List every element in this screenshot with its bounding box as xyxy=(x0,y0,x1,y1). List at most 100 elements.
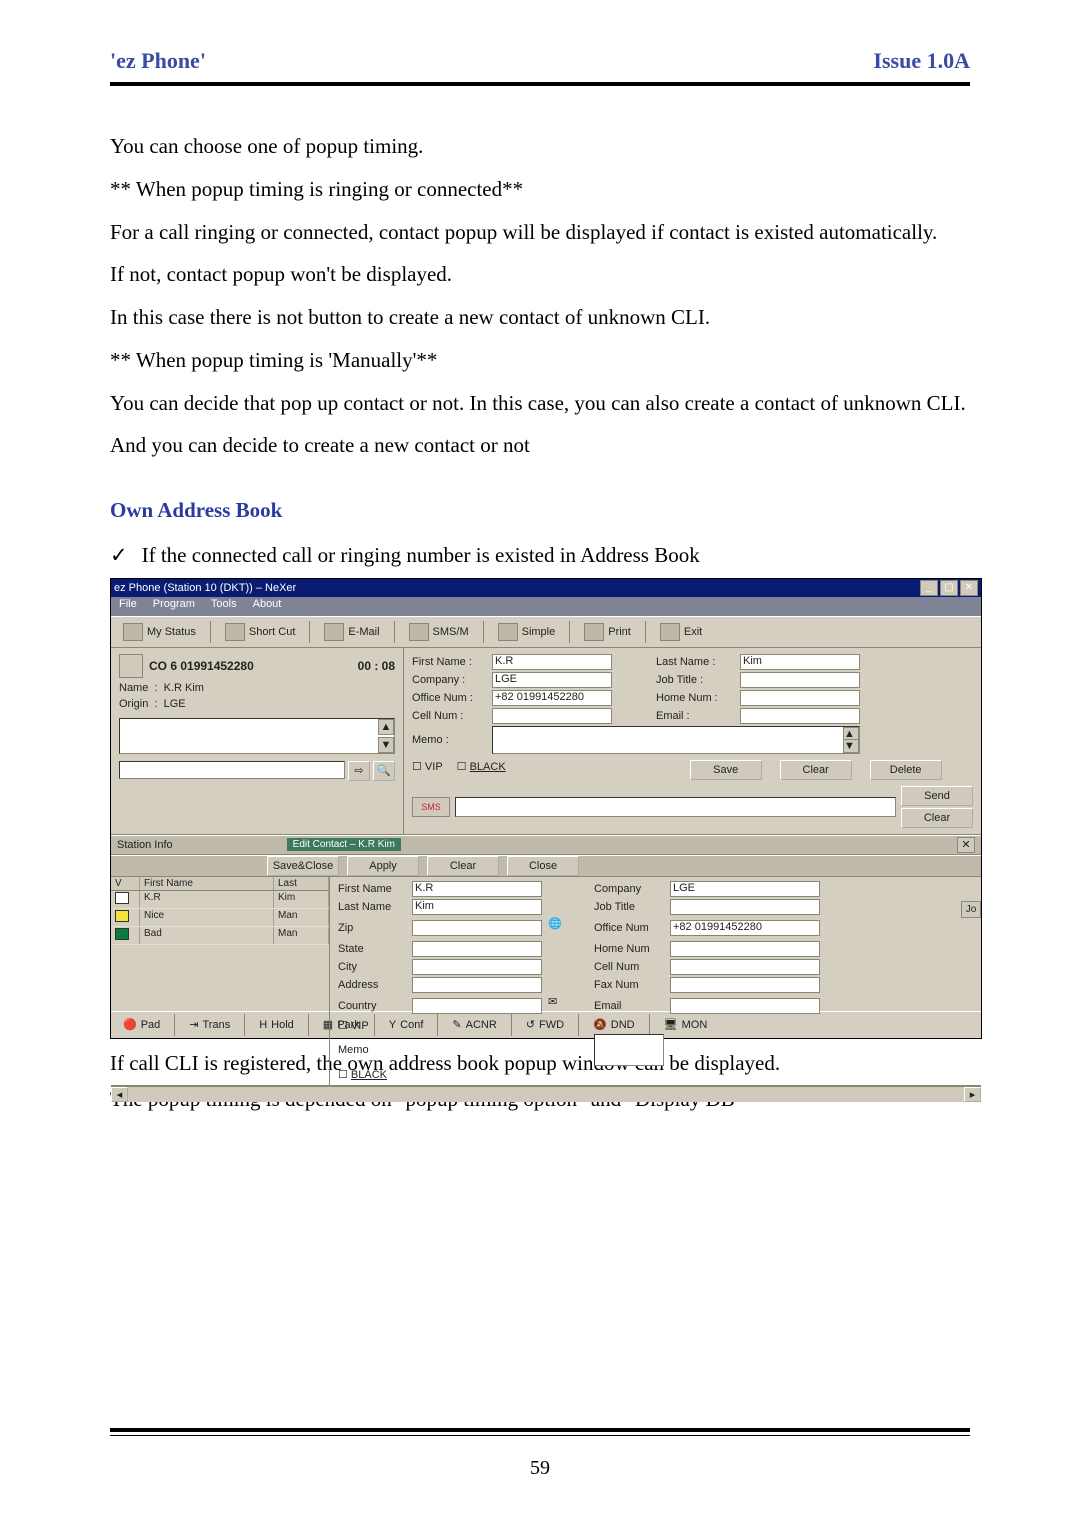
minimize-button[interactable]: _ xyxy=(920,580,938,596)
scroll-right-icon[interactable]: ▸ xyxy=(964,1087,981,1102)
col-first[interactable]: First Name xyxy=(140,877,274,890)
ln-v[interactable]: Kim xyxy=(740,654,860,670)
scroll-down-icon[interactable]: ▼ xyxy=(378,737,394,753)
menu-tools[interactable]: Tools xyxy=(211,598,237,615)
delete-button[interactable]: Delete xyxy=(870,760,942,780)
memo-down-icon[interactable]: ▼ xyxy=(843,739,859,753)
title-bar[interactable]: ez Phone (Station 10 (DKT)) – NeXer _ ▢ … xyxy=(111,579,981,597)
close-button[interactable]: ✕ xyxy=(960,580,978,596)
window-title: ez Phone (Station 10 (DKT)) – NeXer xyxy=(114,582,296,594)
ef-memo-v[interactable] xyxy=(594,1034,664,1066)
menu-file[interactable]: File xyxy=(119,598,137,615)
of-v[interactable]: +82 01991452280 xyxy=(492,690,612,706)
log-area[interactable]: ▲ ▼ xyxy=(119,718,395,754)
ef-country-v[interactable] xyxy=(412,998,542,1014)
jt-v[interactable] xyxy=(740,672,860,688)
save-button[interactable]: Save xyxy=(690,760,762,780)
list-row[interactable]: Bad Man xyxy=(111,927,329,945)
fn-l: First Name : xyxy=(412,656,488,668)
ef-home-v[interactable] xyxy=(670,941,820,957)
h-scrollbar[interactable]: ◂ ▸ xyxy=(111,1086,981,1102)
para-2: ** When popup timing is ringing or conne… xyxy=(110,171,970,208)
scroll-left-icon[interactable]: ◂ xyxy=(111,1087,128,1102)
tb-email[interactable]: E-Mail xyxy=(318,621,385,643)
ef-state-v[interactable] xyxy=(412,941,542,957)
ef-address-v[interactable] xyxy=(412,977,542,993)
maximize-button[interactable]: ▢ xyxy=(940,580,958,596)
tb-exit[interactable]: Exit xyxy=(654,621,708,643)
sms-input[interactable] xyxy=(455,797,896,817)
sms-icon xyxy=(409,623,429,641)
row-first: Bad xyxy=(140,927,274,944)
row-last: Man xyxy=(274,909,329,926)
row-icon xyxy=(115,910,129,922)
tb-print[interactable]: Print xyxy=(578,621,637,643)
header-rule xyxy=(110,82,970,86)
hm-l: Home Num : xyxy=(656,692,736,704)
ef-city-v[interactable] xyxy=(412,959,542,975)
hm-v[interactable] xyxy=(740,690,860,706)
mid-row: CO 6 01991452280 00 : 08 Name : K.R Kim … xyxy=(111,648,981,835)
go-button[interactable]: ⇨ xyxy=(348,761,370,781)
ef-memo-l: Memo xyxy=(338,1044,406,1056)
header-left: 'ez Phone' xyxy=(110,48,206,74)
tb-shortcut[interactable]: Short Cut xyxy=(219,621,301,643)
jo-tab[interactable]: Jo xyxy=(961,901,981,918)
para-4: If not, contact popup won't be displayed… xyxy=(110,256,970,293)
vip-check[interactable]: ☐ VIP xyxy=(412,760,443,780)
co-v[interactable]: LGE xyxy=(492,672,612,688)
em-l: Email : xyxy=(656,710,736,722)
ef-first-v[interactable]: K.R xyxy=(412,881,542,897)
row-last: Man xyxy=(274,927,329,944)
ef-cell-v[interactable] xyxy=(670,959,820,975)
ln-l: Last Name : xyxy=(656,656,736,668)
scroll-up-icon[interactable]: ▲ xyxy=(378,719,394,735)
mm-l: Memo : xyxy=(412,734,488,746)
shortcut-icon xyxy=(225,623,245,641)
apply-button[interactable]: Apply xyxy=(347,856,419,876)
app-screenshot: ez Phone (Station 10 (DKT)) – NeXer _ ▢ … xyxy=(110,578,970,1039)
call-timer: 00 : 08 xyxy=(358,659,395,673)
sms-icon[interactable]: SMS xyxy=(412,797,450,817)
footer-rule-thin xyxy=(110,1435,970,1436)
fn-v[interactable]: K.R xyxy=(492,654,612,670)
ef-fax-v[interactable] xyxy=(670,977,820,993)
contact-list[interactable]: V First Name Last K.R Kim Nice Man xyxy=(111,877,330,1085)
ef-black[interactable]: ☐ BLACK xyxy=(338,1068,406,1081)
clear3-button[interactable]: Clear xyxy=(427,856,499,876)
close2-button[interactable]: Close xyxy=(507,856,579,876)
saveclose-button[interactable]: Save&Close xyxy=(267,856,339,876)
edit-contact-tab[interactable]: Edit Contact – K.R Kim xyxy=(287,838,401,851)
ef-office-v[interactable]: +82 01991452280 xyxy=(670,920,820,936)
ce-v[interactable] xyxy=(492,708,612,724)
menu-program[interactable]: Program xyxy=(153,598,195,615)
ef-job-v[interactable] xyxy=(670,899,820,915)
tb-simple[interactable]: Simple xyxy=(492,621,562,643)
menu-about[interactable]: About xyxy=(253,598,282,615)
search-button[interactable]: 🔍 xyxy=(373,761,395,781)
col-v[interactable]: V xyxy=(111,877,140,890)
ef-zip-v[interactable] xyxy=(412,920,542,936)
tb-mystatus[interactable]: My Status xyxy=(117,621,202,643)
send-button[interactable]: Send xyxy=(901,786,973,806)
list-row[interactable]: K.R Kim xyxy=(111,891,329,909)
ef-email-v[interactable] xyxy=(670,998,820,1014)
col-last[interactable]: Last xyxy=(274,877,329,890)
ef-address-l: Address xyxy=(338,979,406,991)
list-row[interactable]: Nice Man xyxy=(111,909,329,927)
ef-last-v[interactable]: Kim xyxy=(412,899,542,915)
menu-bar[interactable]: File Program Tools About xyxy=(111,597,981,616)
clear2-button[interactable]: Clear xyxy=(901,808,973,828)
ef-vip[interactable]: ☐ VIP xyxy=(338,1019,406,1032)
dial-input[interactable] xyxy=(119,761,345,779)
lower-pane: Station Info Edit Contact – K.R Kim ✕ Sa… xyxy=(111,835,981,1011)
em-v[interactable] xyxy=(740,708,860,724)
tb-sms[interactable]: SMS/M xyxy=(403,621,475,643)
memo-field[interactable]: ▲ ▼ xyxy=(492,726,860,754)
black-check[interactable]: ☐ BLACK xyxy=(457,760,506,780)
ce-l: Cell Num : xyxy=(412,710,488,722)
ef-company-v[interactable]: LGE xyxy=(670,881,820,897)
popup-close-button[interactable]: ✕ xyxy=(957,837,975,853)
ef-last-l: Last Name xyxy=(338,901,406,913)
clear-button[interactable]: Clear xyxy=(780,760,852,780)
